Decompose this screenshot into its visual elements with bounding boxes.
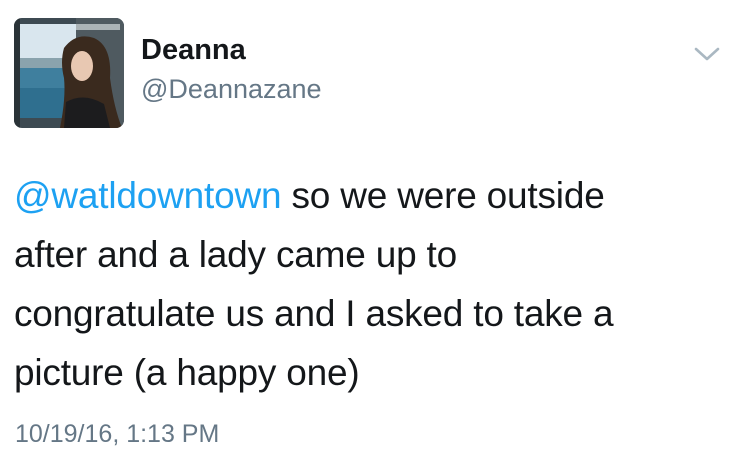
- chevron-down-icon[interactable]: [693, 44, 721, 64]
- tweet-line-4: picture (a happy one): [14, 352, 360, 393]
- tweet-text: @watldowntown so we were outside after a…: [14, 166, 719, 402]
- tweet-line-1: @watldowntown so we were outside: [14, 166, 719, 225]
- tweet-line-2: after and a lady came up to: [14, 234, 457, 275]
- user-handle[interactable]: @Deannazane: [141, 76, 322, 103]
- timestamp[interactable]: 10/19/16, 1:13 PM: [15, 422, 219, 447]
- tweet-line-3: congratulate us and I asked to take a: [14, 293, 614, 334]
- tweet-line-1-text: so we were outside: [281, 175, 605, 216]
- display-name[interactable]: Deanna: [141, 36, 246, 65]
- avatar-photo: [14, 18, 124, 128]
- avatar[interactable]: [14, 18, 124, 128]
- mention-link[interactable]: @watldowntown: [14, 175, 282, 216]
